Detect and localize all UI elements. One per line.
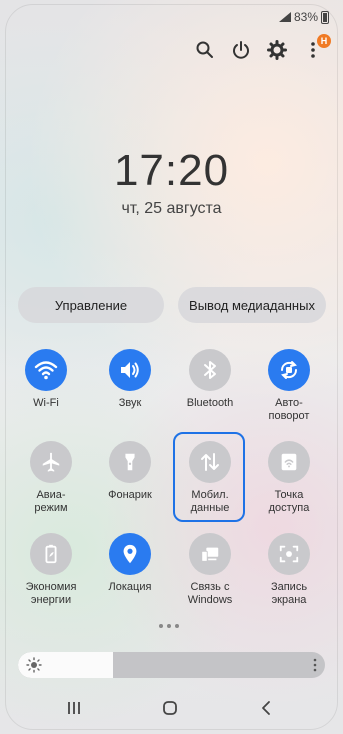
brightness-more-icon[interactable] — [313, 658, 317, 672]
page-dot — [175, 624, 179, 628]
tile-hotspot[interactable]: Точка доступа — [249, 441, 329, 515]
tile-bluetooth-circle — [189, 349, 231, 391]
tile-sound[interactable]: Звук — [90, 349, 170, 410]
screen-record-icon — [279, 545, 299, 563]
notification-badge: Н — [317, 34, 331, 48]
tile-label: Запись экрана — [270, 581, 308, 606]
battery-icon — [321, 10, 329, 24]
tile-power-saving-circle — [30, 533, 72, 575]
tile-airplane-circle — [30, 441, 72, 483]
signal-icon — [278, 12, 291, 22]
link-to-windows-icon — [201, 547, 219, 562]
location-icon — [123, 544, 137, 564]
tile-auto-rotate-circle — [268, 349, 310, 391]
search-icon[interactable] — [195, 40, 215, 60]
tile-location[interactable]: Локация — [90, 533, 170, 594]
manage-button[interactable]: Управление — [18, 287, 164, 323]
tile-hotspot-circle — [268, 441, 310, 483]
sun-icon — [26, 657, 42, 673]
tile-auto-rotate[interactable]: Авто- поворот — [249, 349, 329, 423]
status-bar: 83% — [278, 10, 329, 24]
battery-percent: 83% — [293, 10, 318, 24]
wifi-icon — [34, 361, 58, 380]
page-dot — [159, 624, 163, 628]
auto-rotate-icon — [280, 361, 298, 379]
tile-wifi-circle — [25, 349, 67, 391]
tile-wifi[interactable]: Wi-Fi — [6, 349, 86, 410]
tile-airplane[interactable]: Авиа- режим — [11, 441, 91, 515]
airplane-icon — [42, 452, 60, 472]
tile-label: Авто- поворот — [268, 397, 310, 422]
tile-link-to-windows-circle — [189, 533, 231, 575]
power-saving-icon — [45, 544, 57, 564]
flashlight-icon — [125, 453, 135, 471]
tile-power-saving[interactable]: Экономия энергии — [11, 533, 91, 607]
selected-tile-highlight — [173, 432, 245, 522]
clock-date: чт, 25 августа — [121, 200, 222, 217]
tile-link-to-windows[interactable]: Связь с Windows — [170, 533, 250, 607]
media-output-button[interactable]: Вывод медиаданных — [178, 287, 326, 323]
navigation-bar — [0, 700, 343, 722]
tile-screen-record[interactable]: Запись экрана — [249, 533, 329, 607]
tile-label: Связь с Windows — [187, 581, 233, 606]
back-icon[interactable] — [258, 700, 274, 716]
bluetooth-icon — [204, 361, 216, 379]
brightness-slider[interactable] — [18, 652, 325, 678]
tile-bluetooth[interactable]: Bluetooth — [170, 349, 250, 410]
more-options-button[interactable]: Н — [303, 34, 331, 60]
tile-flashlight-circle — [109, 441, 151, 483]
tile-location-circle — [109, 533, 151, 575]
home-icon[interactable] — [162, 700, 178, 716]
tile-label: Bluetooth — [186, 397, 234, 409]
tile-label: Авиа- режим — [34, 489, 68, 514]
tile-label: Точка доступа — [268, 489, 310, 514]
tile-label: Экономия энергии — [25, 581, 77, 606]
gear-icon[interactable] — [267, 40, 287, 60]
tile-label: Wi-Fi — [33, 397, 59, 409]
tile-screen-record-circle — [268, 533, 310, 575]
tile-sound-circle — [109, 349, 151, 391]
tile-label: Звук — [118, 397, 142, 409]
page-indicator — [159, 624, 179, 628]
top-actions: Н — [195, 34, 331, 60]
page-dot — [167, 624, 171, 628]
tile-label: Фонарик — [108, 489, 152, 501]
tile-flashlight[interactable]: Фонарик — [90, 441, 170, 502]
hotspot-icon — [281, 453, 297, 471]
power-icon[interactable] — [231, 40, 251, 60]
sound-icon — [121, 362, 139, 378]
tile-label: Локация — [108, 581, 152, 593]
clock-time: 17:20 — [113, 146, 230, 195]
recent-apps-icon[interactable] — [66, 700, 82, 716]
